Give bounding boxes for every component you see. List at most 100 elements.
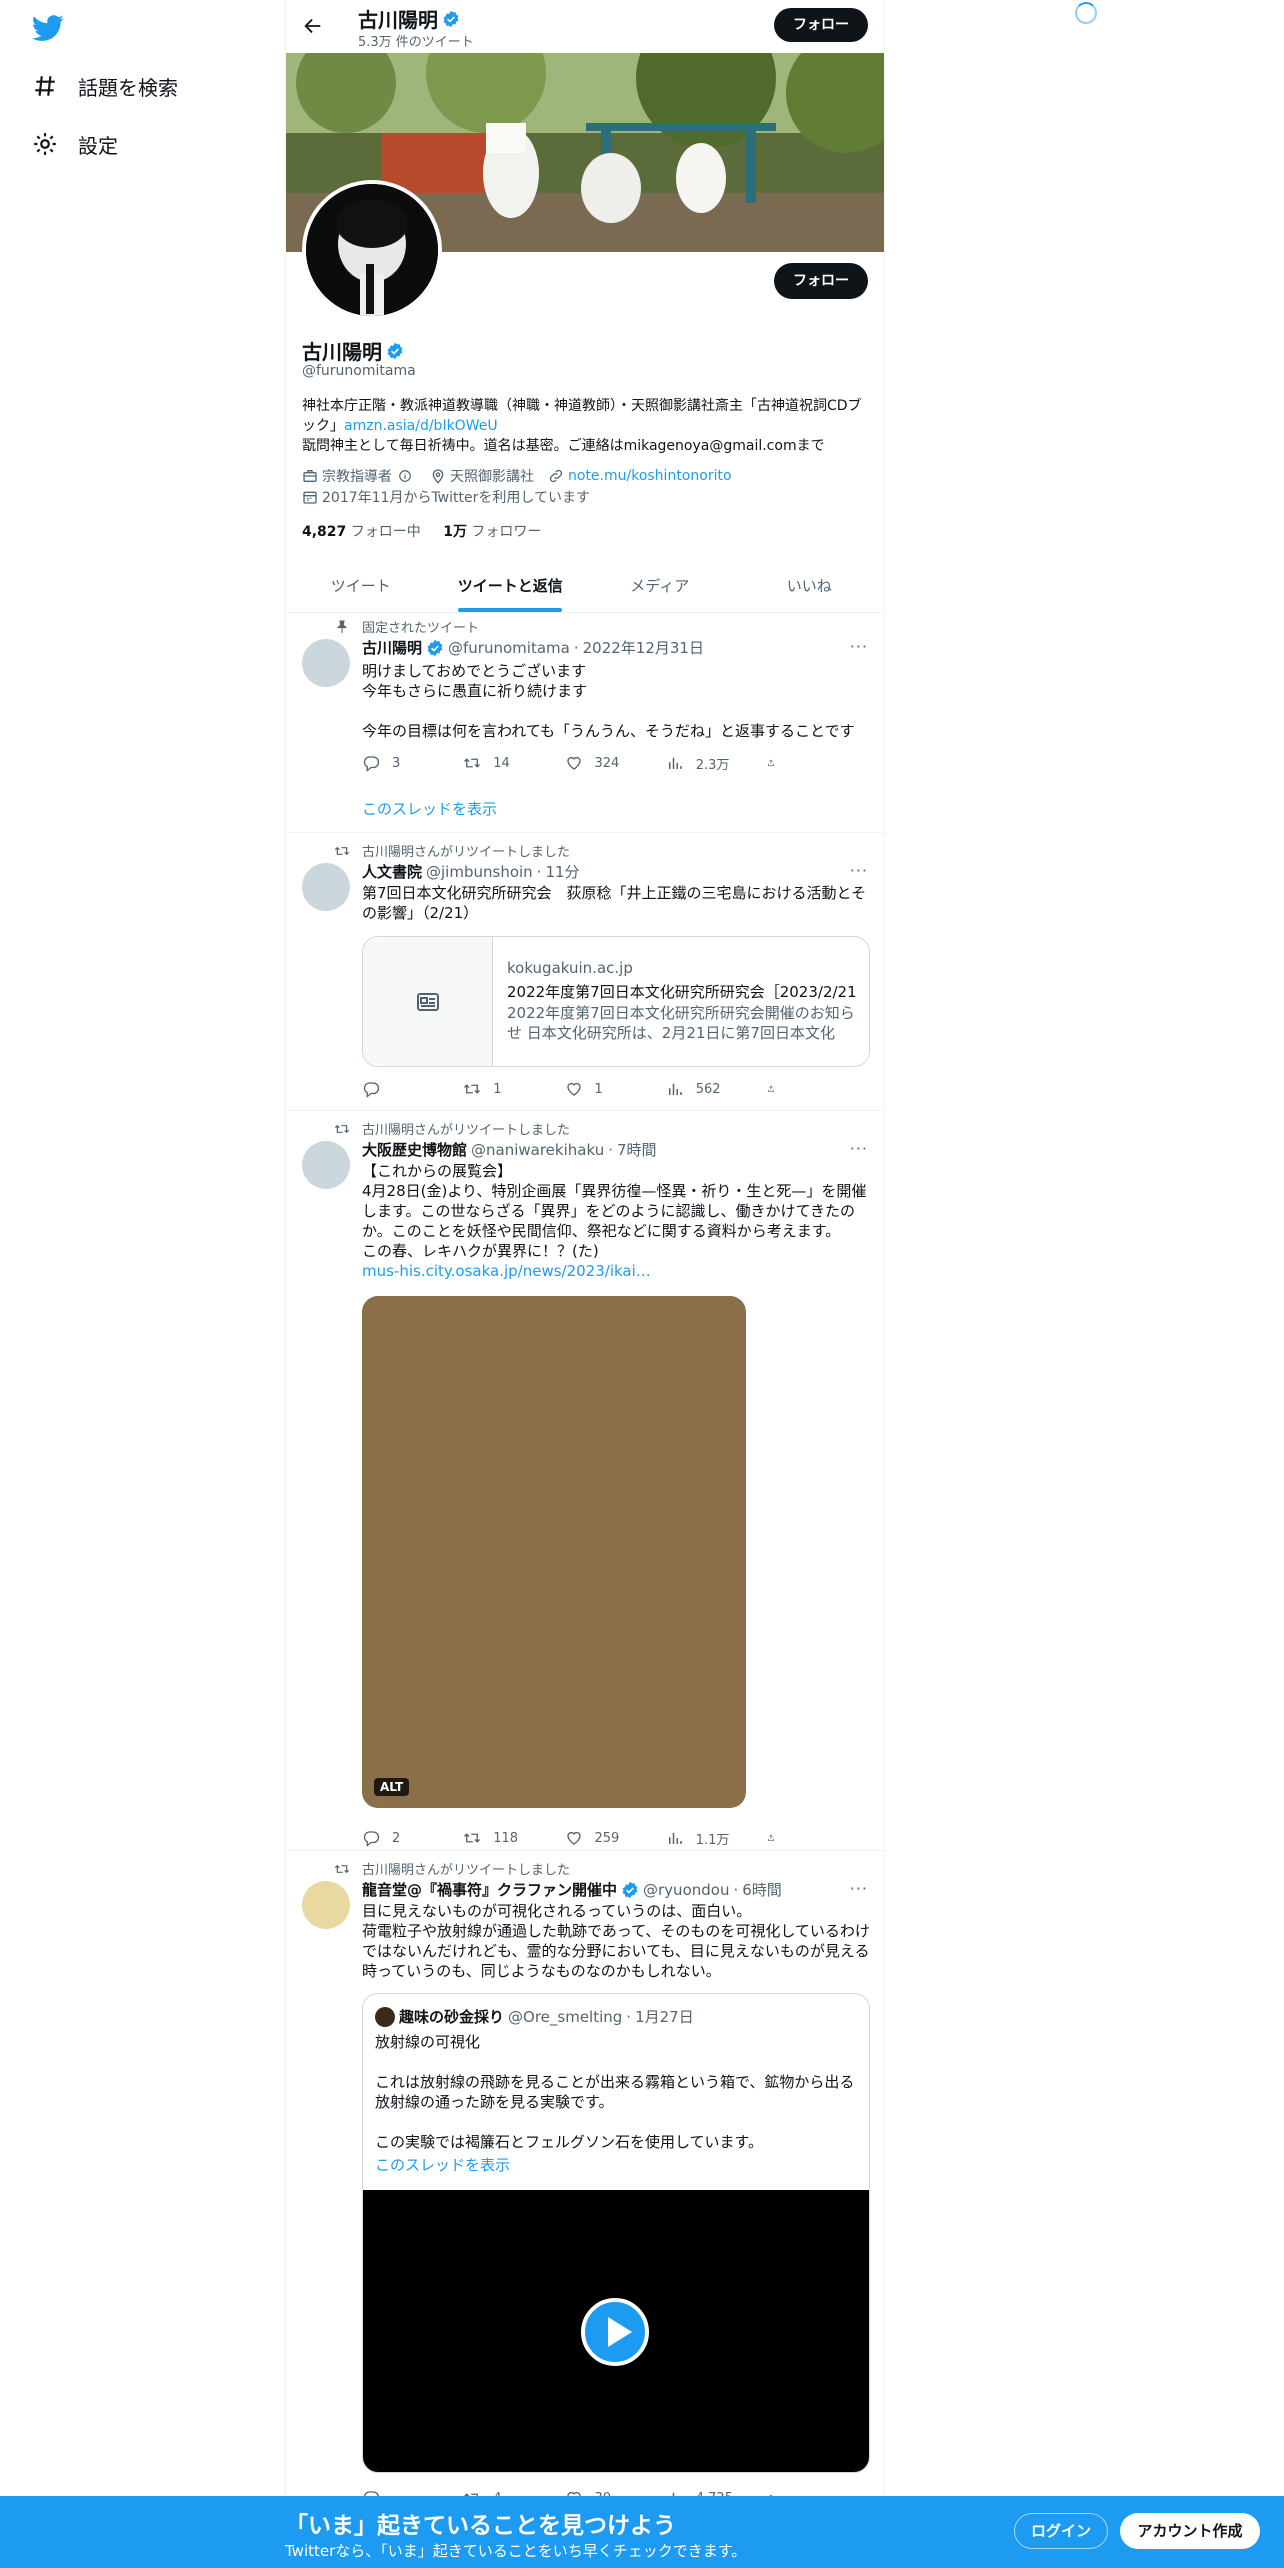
retweet-icon — [334, 1861, 350, 1877]
reply-icon — [362, 1080, 380, 1098]
tweet-time[interactable]: 2022年12月31日 — [583, 637, 704, 658]
reply-button[interactable]: 2 — [362, 1828, 452, 1848]
tweet-author-name[interactable]: 古川陽明 — [362, 637, 422, 658]
more-options-icon[interactable]: ··· — [850, 861, 868, 880]
tweet-text: 明けましておめでとうございます 今年もさらに愚直に祈り続けます 今年の目標は何を… — [362, 662, 855, 740]
views-button[interactable]: 1.1万 — [666, 1828, 756, 1848]
tweet-header: 龍音堂@『禍事符』クラファン開催中 @ryuondou · 6時間 — [362, 1879, 782, 1900]
card-description: 2022年度第7回日本文化研究所研究会開催のお知らせ 日本文化研究所は、2月21… — [507, 1004, 855, 1042]
bio-link[interactable]: amzn.asia/d/bIkOWeU — [344, 418, 498, 434]
reply-button[interactable] — [362, 1079, 452, 1099]
signup-button[interactable]: アカウント作成 — [1120, 2513, 1260, 2549]
play-icon[interactable] — [581, 2298, 649, 2366]
show-thread-link[interactable]: このスレッドを表示 — [362, 798, 497, 819]
tweet-text: 目に見えないものが可視化されるっていうのは、面白い。 荷電粒子や放射線が通過した… — [362, 1902, 870, 1980]
tweet-actions: 1 1 562 — [362, 1079, 787, 1099]
share-button[interactable] — [767, 753, 787, 773]
gear-icon — [34, 133, 56, 155]
tweet-author-name[interactable]: 大阪歴史博物館 — [362, 1139, 467, 1160]
reply-button[interactable]: 3 — [362, 753, 452, 773]
profile-avatar[interactable] — [302, 180, 442, 320]
tweet-media-image[interactable]: ALT — [362, 1296, 746, 1808]
more-options-icon[interactable]: ··· — [850, 637, 868, 656]
tweet-author-name[interactable]: 龍音堂@『禍事符』クラファン開催中 — [362, 1879, 617, 1900]
tweet-link[interactable]: mus-his.city.osaka.jp/news/2023/ikai… — [362, 1261, 870, 1281]
verified-badge-icon — [426, 639, 444, 657]
avatar[interactable] — [302, 1881, 350, 1929]
following-link[interactable]: 4,827 フォロー中 — [302, 524, 421, 540]
main-column: 古川陽明 5.3万 件のツイート フォロー フォロー 古川陽明 @furunom… — [285, 0, 885, 2568]
avatar[interactable] — [302, 863, 350, 911]
tweet-header: 大阪歴史博物館 @naniwarekihaku · 7時間 — [362, 1139, 657, 1160]
tweet-author-handle[interactable]: @furunomitama — [448, 639, 570, 657]
sidebar-item-explore[interactable]: 話題を検索 — [32, 66, 178, 106]
tweet-author-handle[interactable]: @jimbunshoin — [426, 863, 533, 881]
views-button[interactable]: 562 — [666, 1079, 756, 1099]
tab-active-indicator — [458, 608, 563, 612]
tweet-author-name[interactable]: 人文書院 — [362, 861, 422, 882]
tweet-author-handle[interactable]: @ryuondou — [643, 1881, 729, 1899]
views-button[interactable]: 2.3万 — [666, 753, 756, 773]
video-player[interactable] — [363, 2190, 869, 2472]
calendar-icon — [303, 491, 317, 504]
tab-media[interactable]: メディア — [585, 560, 735, 612]
avatar[interactable] — [302, 639, 350, 687]
quoted-author-handle[interactable]: @Ore_smelting — [508, 2008, 622, 2026]
retweet-icon — [334, 1121, 350, 1137]
tweet-context: 固定されたツイート — [334, 617, 479, 636]
tab-tweets[interactable]: ツイート — [286, 560, 436, 612]
sidebar-item-label: 設定 — [78, 133, 118, 158]
tab-likes[interactable]: いいね — [735, 560, 885, 612]
tweet-pinned[interactable]: 固定されたツイート 古川陽明 @furunomitama · 2022年12月3… — [286, 613, 884, 833]
tweet-time[interactable]: 6時間 — [742, 1879, 782, 1900]
more-options-icon[interactable]: ··· — [850, 1879, 868, 1898]
tweet-retweet[interactable]: 古川陽明さんがリツイートしました 大阪歴史博物館 @naniwarekihaku… — [286, 1111, 884, 1851]
like-button[interactable]: 1 — [565, 1079, 655, 1099]
header-follow-button[interactable]: フォロー — [774, 8, 868, 42]
tweet-time[interactable]: 11分 — [545, 861, 579, 882]
reply-icon — [362, 754, 380, 772]
quoted-tweet-time[interactable]: 1月27日 — [635, 2006, 694, 2027]
retweet-button[interactable]: 118 — [463, 1828, 553, 1848]
tweet-context: 古川陽明さんがリツイートしました — [334, 1859, 570, 1878]
more-options-icon[interactable]: ··· — [850, 1139, 868, 1158]
back-arrow-icon[interactable] — [302, 15, 324, 37]
show-thread-link[interactable]: このスレッドを表示 — [375, 2154, 510, 2175]
like-icon — [565, 1829, 583, 1847]
views-icon — [666, 1829, 684, 1847]
profile-handle: @furunomitama — [302, 363, 416, 379]
sidebar-item-label: 話題を検索 — [78, 75, 178, 100]
profile-follow-button[interactable]: フォロー — [774, 263, 868, 299]
tweet-time[interactable]: 7時間 — [617, 1139, 657, 1160]
avatar[interactable] — [302, 1141, 350, 1189]
tweet-header: 古川陽明 @furunomitama · 2022年12月31日 — [362, 637, 704, 658]
share-button[interactable] — [767, 1828, 787, 1848]
tweet-retweet[interactable]: 古川陽明さんがリツイートしました 龍音堂@『禍事符』クラファン開催中 @ryuo… — [286, 1851, 884, 2496]
quoted-tweet[interactable]: 趣味の砂金採り @Ore_smelting · 1月27日 放射線の可視化 これ… — [362, 1993, 870, 2473]
sidebar-item-settings[interactable]: 設定 — [32, 124, 118, 164]
retweet-button[interactable]: 14 — [463, 753, 553, 773]
tweet-retweet[interactable]: 古川陽明さんがリツイートしました 人文書院 @jimbunshoin · 11分… — [286, 833, 884, 1111]
signup-banner: 「いま」起きていることを見つけよう Twitterなら、「いま」起きていることを… — [0, 2496, 1284, 2568]
profile-bio: 神社本庁正階・教派神道教導職（神職・神道教師）・天照御影講社斎主「古神道祝詞CD… — [302, 398, 862, 454]
twitter-logo-icon[interactable] — [30, 12, 66, 44]
profile-website[interactable]: note.mu/koshintonorito — [568, 468, 732, 484]
tweet-text: 【これからの展覧会】 4月28日(金)より、特別企画展「異界彷徨—怪異・祈り・生… — [362, 1162, 867, 1260]
followers-link[interactable]: 1万 フォロワー — [443, 524, 541, 540]
header-title: 古川陽明 — [358, 4, 460, 33]
login-button[interactable]: ログイン — [1014, 2513, 1108, 2549]
retweet-button[interactable]: 1 — [463, 1079, 553, 1099]
alt-badge[interactable]: ALT — [374, 1778, 410, 1796]
like-icon — [565, 1080, 583, 1098]
like-button[interactable]: 324 — [565, 753, 655, 773]
share-button[interactable] — [767, 1079, 787, 1099]
tweet-author-handle[interactable]: @naniwarekihaku — [471, 1141, 604, 1159]
quoted-author-name[interactable]: 趣味の砂金採り — [399, 2006, 504, 2027]
link-card[interactable]: kokugakuin.ac.jp 2022年度第7回日本文化研究所研究会［202… — [362, 936, 870, 1067]
like-button[interactable]: 259 — [565, 1828, 655, 1848]
tab-tweets-and-replies[interactable]: ツイートと返信 — [436, 560, 586, 612]
tweet-context: 古川陽明さんがリツイートしました — [334, 841, 570, 860]
avatar[interactable] — [375, 2006, 395, 2027]
verified-badge-icon — [621, 1881, 639, 1899]
info-icon[interactable] — [398, 469, 412, 483]
